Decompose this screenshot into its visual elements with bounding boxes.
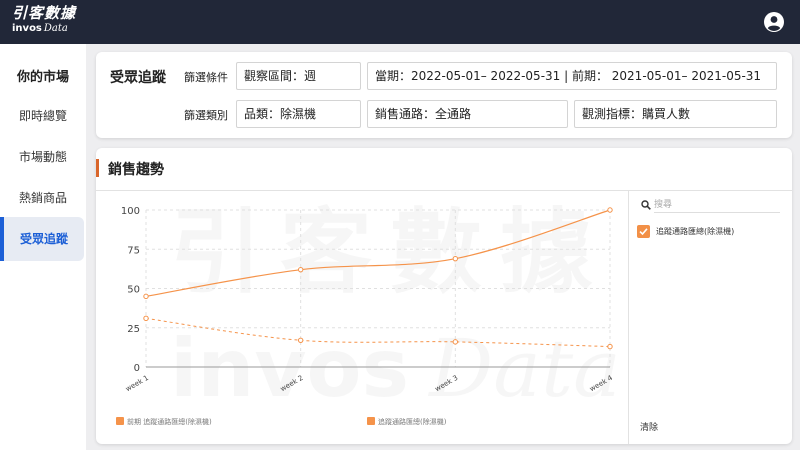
sales-trend-chart: 0 25 50 75 100 week 1 week 2 week 3 week 4 (121, 206, 615, 394)
filter-condition-label: 篩選條件 (184, 71, 228, 84)
sidebar-item-market-trends[interactable]: 市場動態 (0, 135, 86, 179)
y-tick-label: 100 (121, 206, 140, 217)
x-tick-label: week 1 (124, 374, 150, 393)
x-tick-label: week 2 (279, 374, 305, 393)
sidebar: 你的市場 即時總覽 市場動態 熱銷商品 受眾追蹤 (0, 44, 86, 450)
series-point-1 (452, 255, 459, 262)
series-point-0 (143, 315, 149, 322)
series-point-0 (452, 339, 459, 345)
y-tick-label: 0 (134, 363, 140, 374)
brand-logo[interactable]: 引客數據 invos Data (12, 6, 76, 34)
product-category-select[interactable]: 品類：除濕機 (236, 100, 361, 128)
y-tick-label: 75 (127, 245, 140, 256)
series-point-0 (607, 343, 613, 350)
legend-item-current[interactable]: 追蹤通路匯總(除濕機) (367, 417, 446, 427)
series-point-1 (143, 293, 149, 300)
user-circle-icon[interactable] (764, 12, 784, 32)
sidebar-item-hot-products[interactable]: 熱銷商品 (0, 176, 86, 220)
legend-swatch (116, 417, 124, 425)
date-range-field[interactable]: 當期：2022-05-01– 2022-05-31 | 前期： 2021-05-… (367, 62, 777, 90)
search-icon (641, 200, 651, 210)
y-tick-label: 25 (127, 324, 140, 335)
legend-option-row[interactable]: 追蹤通路匯總(除濕機) (637, 225, 734, 239)
brand-name-cn: 引客數據 (12, 4, 77, 22)
legend-divider (628, 190, 629, 444)
x-tick-label: week 4 (588, 374, 614, 394)
legend-option-label: 追蹤通路匯總(除濕機) (656, 227, 735, 236)
series-point-1 (607, 207, 613, 213)
clear-button[interactable]: 清除 (640, 420, 658, 433)
period-select[interactable]: 觀察區間：週 (236, 62, 361, 90)
sidebar-item-overview[interactable]: 即時總覽 (0, 94, 86, 138)
check-icon (639, 228, 648, 236)
series-point-1 (297, 266, 304, 273)
series-line-1 (145, 209, 611, 297)
metric-select[interactable]: 觀測指標：購買人數 (574, 100, 777, 128)
y-tick-label: 50 (127, 285, 140, 296)
legend-swatch (367, 417, 375, 425)
page-title: 受眾追蹤 (110, 70, 166, 86)
brand-name-en: invos Data (12, 23, 68, 34)
series-point-0 (297, 337, 304, 344)
sales-channel-select[interactable]: 銷售通路：全通路 (367, 100, 568, 128)
x-tick-label: week 3 (434, 374, 460, 393)
sidebar-item-audience-tracking[interactable]: 受眾追蹤 (0, 217, 84, 261)
top-bar: 引客數據 invos Data (0, 0, 800, 44)
legend-option-checkbox[interactable] (637, 225, 650, 238)
legend-item-previous[interactable]: 前期 追蹤通路匯總(除濕機) (116, 417, 212, 427)
filter-category-label: 篩選類別 (184, 109, 228, 122)
series-line-0 (145, 317, 611, 348)
filter-card: 受眾追蹤 篩選條件 篩選類別 觀察區間：週 當期：2022-05-01– 202… (96, 52, 792, 138)
sidebar-title: 你的市場 (16, 70, 69, 85)
legend-search-input[interactable] (654, 197, 780, 213)
